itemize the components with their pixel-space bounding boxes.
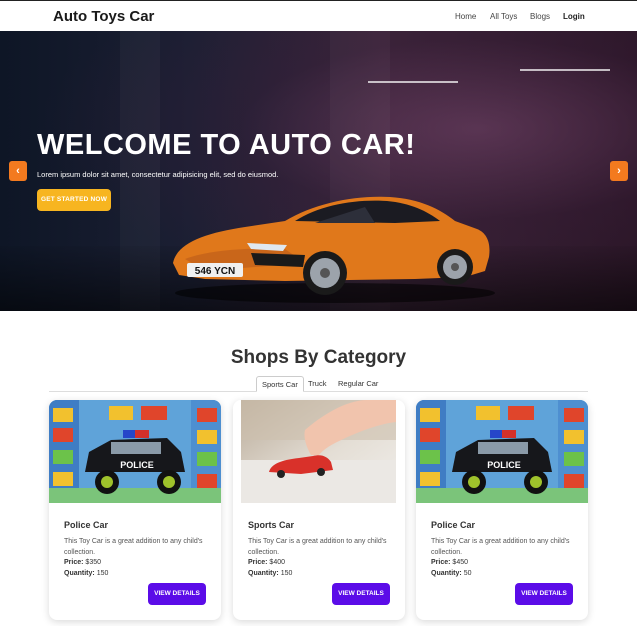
ceiling-lamp (520, 69, 610, 71)
product-price: Price: $450 (431, 559, 468, 566)
svg-text:546 YCN: 546 YCN (195, 266, 235, 277)
product-image: POLICE (49, 400, 221, 503)
product-card: POLICE Police Car This Toy Car is a grea… (416, 400, 588, 620)
tab-regular-car[interactable]: Regular Car (333, 376, 383, 392)
product-name: Police Car (64, 520, 109, 530)
hero-subtitle: Lorem ipsum dolor sit amet, consectetur … (37, 170, 279, 179)
product-description: This Toy Car is a great addition to any … (248, 538, 387, 556)
chevron-left-icon: ‹ (16, 165, 20, 177)
tab-sports-car[interactable]: Sports Car (256, 376, 304, 392)
view-details-button[interactable]: VIEW DETAILS (148, 583, 206, 605)
carousel-next-button[interactable]: › (610, 161, 628, 181)
navbar: Auto Toys Car Home All Toys Blogs Login (0, 0, 637, 31)
product-name: Police Car (431, 520, 476, 530)
view-details-button[interactable]: VIEW DETAILS (515, 583, 573, 605)
view-details-button[interactable]: VIEW DETAILS (332, 583, 390, 605)
sports-car-image: 546 YCN (173, 196, 495, 303)
hero-title: WELCOME TO AUTO CAR! (37, 129, 416, 161)
product-quantity: Quantity: 150 (64, 570, 109, 577)
get-started-button[interactable]: GET STARTED NOW (37, 189, 111, 211)
hero-banner: 546 YCN WELCOME TO AUTO CAR! Lorem ipsum… (0, 31, 637, 311)
product-quantity: Quantity: 150 (248, 570, 293, 577)
ceiling-lamp (368, 81, 458, 83)
product-name: Sports Car (248, 520, 295, 530)
brand-logo[interactable]: Auto Toys Car (53, 8, 154, 25)
product-image: POLICE (416, 400, 588, 503)
category-title: Shops By Category (230, 347, 407, 368)
tab-truck[interactable]: Truck (303, 376, 331, 392)
product-image (241, 400, 396, 503)
svg-text:POLICE: POLICE (120, 460, 154, 470)
nav-all-toys[interactable]: All Toys (490, 12, 517, 21)
product-quantity: Quantity: 50 (431, 570, 472, 577)
product-card: POLICE Police Car This Toy Car is a grea… (49, 400, 221, 620)
nav-blogs[interactable]: Blogs (530, 12, 550, 21)
svg-text:POLICE: POLICE (487, 460, 521, 470)
chevron-right-icon: › (617, 165, 621, 177)
nav-home[interactable]: Home (455, 12, 476, 21)
product-price: Price: $350 (64, 559, 101, 566)
product-price: Price: $400 (248, 559, 285, 566)
product-description: This Toy Car is a great addition to any … (431, 538, 570, 556)
product-description: This Toy Car is a great addition to any … (64, 538, 203, 556)
carousel-prev-button[interactable]: ‹ (9, 161, 27, 181)
nav-login[interactable]: Login (563, 12, 585, 21)
product-card: Sports Car This Toy Car is a great addit… (233, 400, 405, 620)
